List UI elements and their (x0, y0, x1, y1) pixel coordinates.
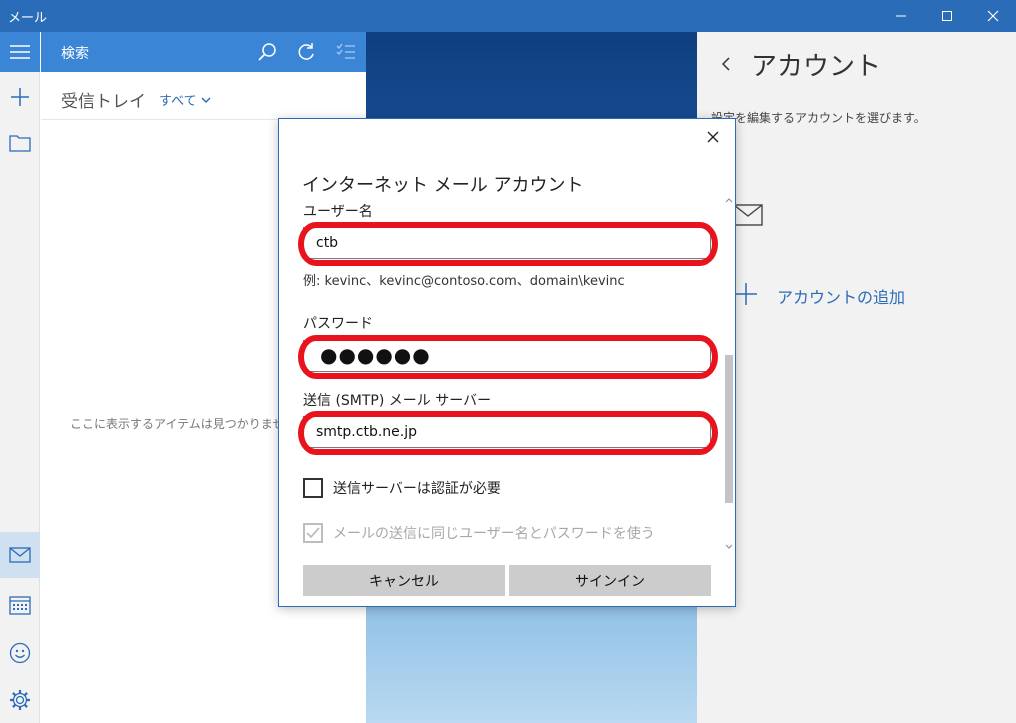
accounts-title: アカウント (751, 52, 882, 82)
username-label: ユーザー名 (303, 204, 373, 220)
add-account-link[interactable]: アカウントの追加 (777, 284, 905, 308)
username-value: ctb (316, 235, 339, 251)
chevron-down-icon (725, 544, 733, 549)
same-credentials-label: メールの送信に同じユーザー名とパスワードを使う (333, 526, 655, 542)
smtp-value: smtp.ctb.ne.jp (316, 424, 417, 440)
smtp-label: 送信 (SMTP) メール サーバー (303, 393, 492, 409)
accounts-description: 設定を編集するアカウントを選びます。 (711, 111, 926, 125)
minimize-icon (896, 15, 906, 17)
mail-nav-button[interactable] (0, 532, 40, 578)
smiley-icon (9, 642, 31, 664)
search-bar[interactable]: 検索 (41, 32, 366, 72)
select-mode-button[interactable] (334, 40, 358, 64)
accounts-pane: アカウント 設定を編集するアカウントを選びます。 アカウントの追加 (697, 32, 1016, 723)
folders-button[interactable] (0, 120, 40, 166)
filter-dropdown[interactable]: すべて (159, 90, 211, 109)
plus-icon (735, 283, 757, 305)
search-input[interactable]: 検索 (61, 43, 89, 63)
password-value: ●●●●●● (320, 343, 431, 367)
nav-rail (0, 32, 40, 723)
filter-label: すべて (159, 94, 197, 109)
sync-button[interactable] (294, 40, 318, 64)
sign-in-button[interactable]: サインイン (509, 565, 711, 596)
password-field[interactable]: ●●●●●● (298, 335, 718, 379)
cancel-button[interactable]: キャンセル (303, 565, 505, 596)
minimize-button[interactable] (878, 0, 924, 32)
back-button[interactable] (717, 52, 735, 76)
dialog-scrollbar[interactable] (723, 195, 735, 551)
password-label: パスワード (303, 316, 373, 332)
checkmark-icon (306, 527, 320, 539)
back-icon (721, 57, 730, 71)
scroll-up-arrow[interactable] (723, 195, 735, 205)
scroll-down-arrow[interactable] (723, 541, 735, 551)
mail-icon (9, 547, 31, 563)
new-mail-button[interactable] (0, 74, 40, 120)
hamburger-icon (10, 45, 30, 59)
plus-icon (11, 88, 29, 106)
highlight-ring (298, 222, 718, 266)
dialog-close-button[interactable] (703, 127, 723, 147)
username-field[interactable]: ctb (298, 222, 718, 266)
auth-required-label: 送信サーバーは認証が必要 (333, 481, 501, 497)
gear-icon (10, 690, 30, 710)
calendar-nav-button[interactable] (0, 582, 40, 628)
maximize-button[interactable] (924, 0, 970, 32)
dialog-title: インターネット メール アカウント (302, 175, 584, 196)
scroll-thumb[interactable] (725, 355, 733, 503)
chevron-up-icon (725, 197, 733, 202)
auth-required-checkbox[interactable]: 送信サーバーは認証が必要 (303, 478, 501, 498)
folder-title: 受信トレイ (61, 92, 146, 112)
close-window-button[interactable] (970, 0, 1016, 32)
menu-button[interactable] (0, 32, 40, 72)
folder-icon (9, 135, 31, 152)
same-credentials-checkbox: メールの送信に同じユーザー名とパスワードを使う (303, 523, 655, 543)
smtp-server-field[interactable]: smtp.ctb.ne.jp (298, 411, 718, 455)
mail-icon (733, 204, 763, 226)
checkbox-box[interactable] (303, 478, 323, 498)
username-hint: 例: kevinc、kevinc@contoso.com、domain\kevi… (303, 274, 625, 289)
search-icon (258, 43, 276, 61)
sync-icon (298, 43, 314, 60)
folder-header: 受信トレイ すべて (41, 72, 366, 120)
search-button[interactable] (255, 40, 279, 64)
maximize-icon (942, 11, 952, 21)
account-mail-icon-wrapper[interactable] (733, 204, 763, 230)
close-icon (707, 131, 719, 143)
feedback-nav-button[interactable] (0, 630, 40, 676)
add-account-plus[interactable] (735, 283, 757, 309)
checkbox-box-checked (303, 523, 323, 543)
title-bar: メール (0, 0, 1016, 32)
internet-mail-account-dialog: インターネット メール アカウント ユーザー名 ctb 例: kevinc、ke… (278, 118, 736, 607)
chevron-down-icon (201, 97, 211, 103)
settings-nav-button[interactable] (0, 677, 40, 723)
calendar-icon (9, 596, 31, 615)
close-icon (987, 10, 999, 22)
window-title: メール (8, 11, 48, 26)
select-icon (336, 43, 355, 59)
